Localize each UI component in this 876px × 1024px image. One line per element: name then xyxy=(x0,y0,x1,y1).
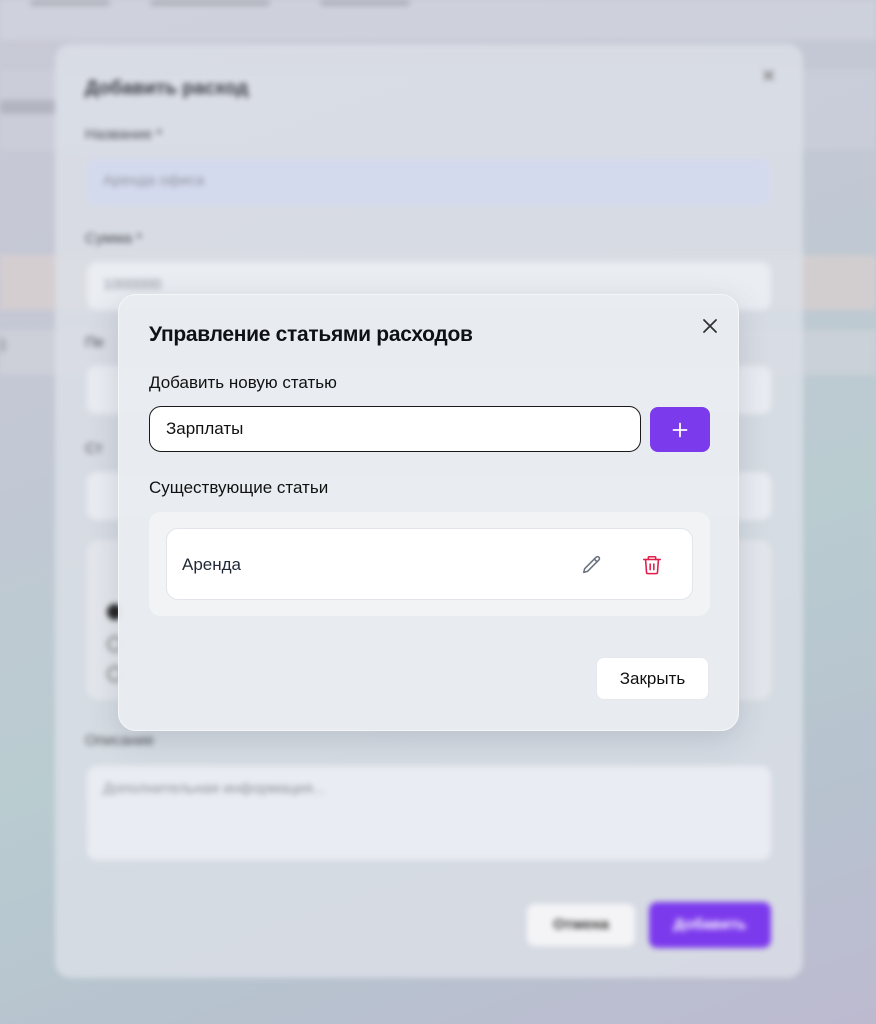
pencil-icon xyxy=(582,555,601,574)
add-section-label: Добавить новую статью xyxy=(149,373,337,392)
add-category-button[interactable] xyxy=(650,407,710,452)
background-text xyxy=(0,100,56,114)
name-input[interactable]: Аренда офиса xyxy=(87,158,771,206)
background-topbar xyxy=(0,0,876,40)
category-label: Ст xyxy=(85,440,103,457)
modal-title: Управление статьями расходов xyxy=(149,323,473,346)
submit-button[interactable]: Добавить xyxy=(649,902,771,948)
categories-list: Аренда xyxy=(149,512,710,616)
delete-category-button[interactable] xyxy=(638,551,666,579)
name-label: Название * xyxy=(85,126,163,143)
edit-category-button[interactable] xyxy=(578,551,606,579)
manage-categories-modal: Управление статьями расходов Добавить но… xyxy=(118,294,739,731)
period-label: Пе xyxy=(85,334,105,351)
add-expense-title: Добавить расход xyxy=(85,78,249,99)
amount-label: Сумма * xyxy=(85,230,143,247)
existing-section-label: Существующие статьи xyxy=(149,478,329,497)
list-item: Аренда xyxy=(166,528,693,600)
background-text xyxy=(0,338,6,352)
new-category-input[interactable] xyxy=(149,406,641,452)
description-textarea[interactable]: Дополнительная информация... xyxy=(87,766,771,860)
close-button[interactable]: Закрыть xyxy=(596,657,709,700)
trash-icon xyxy=(642,555,662,575)
category-name: Аренда xyxy=(182,555,242,574)
description-label: Описание xyxy=(85,732,155,749)
close-icon[interactable]: ✕ xyxy=(761,66,776,87)
plus-icon xyxy=(672,422,688,437)
cancel-button[interactable]: Отмена xyxy=(527,904,635,946)
close-icon[interactable] xyxy=(697,313,723,339)
